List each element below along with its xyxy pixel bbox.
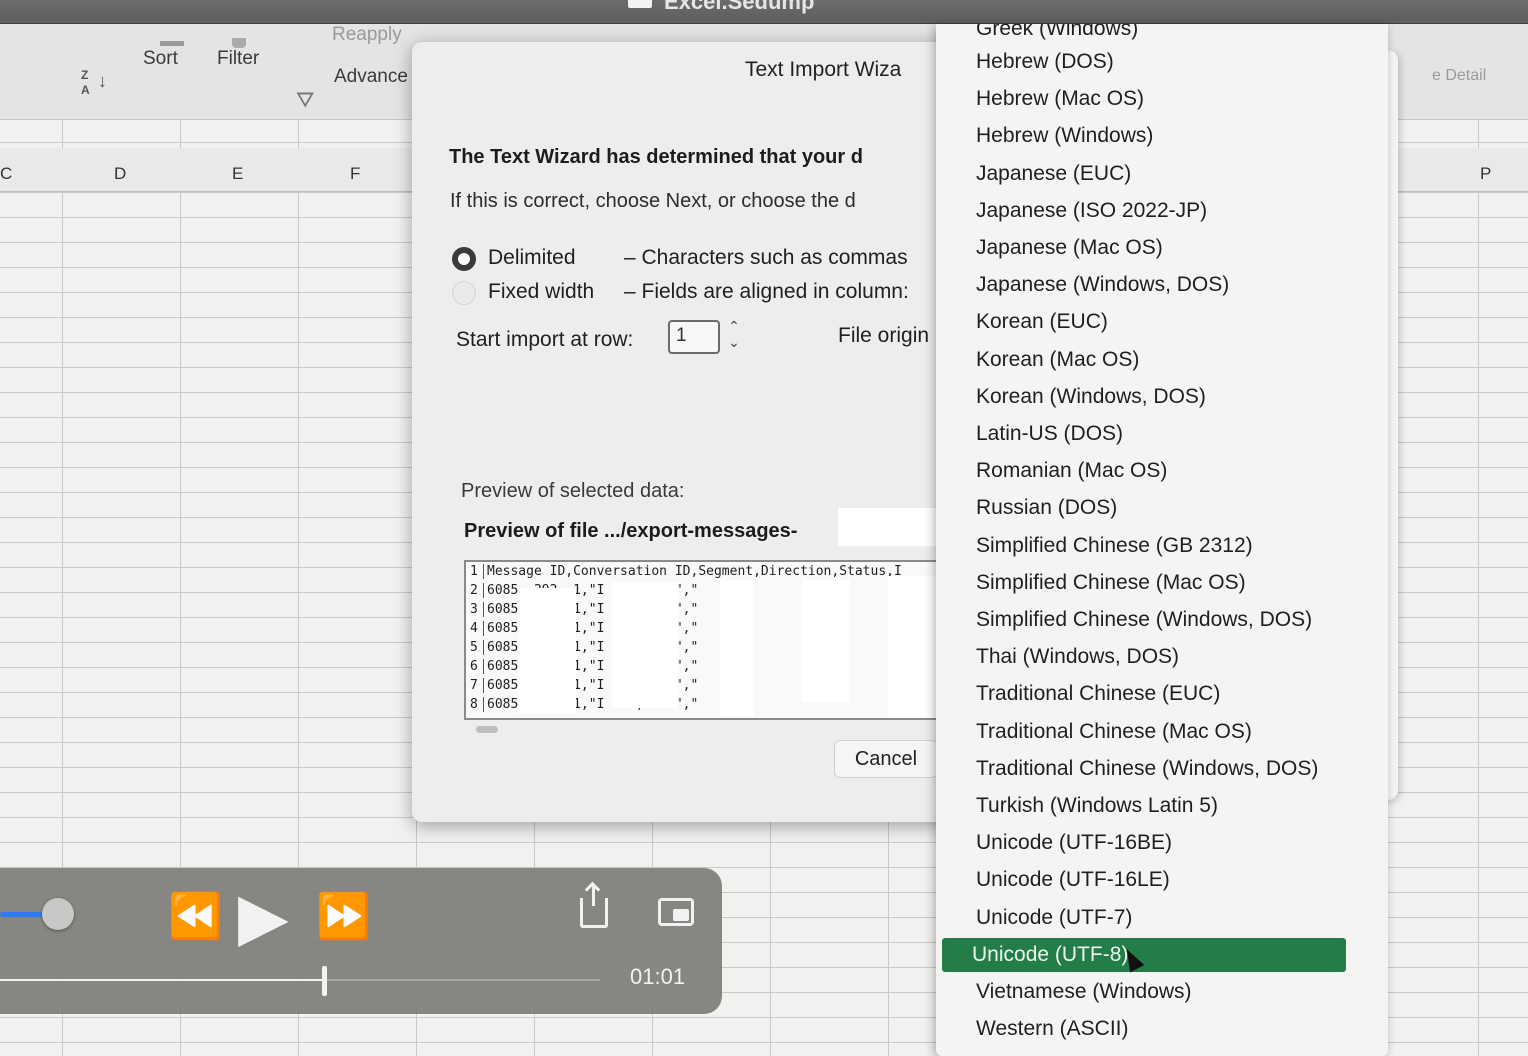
preview-row-number: 4 — [470, 621, 484, 636]
advanced-filter-button[interactable]: Advance — [334, 66, 408, 88]
dropdown-item[interactable]: Western (ASCII) — [936, 1012, 1388, 1046]
dropdown-item[interactable]: Japanese (EUC) — [936, 157, 1388, 191]
dropdown-item[interactable]: Russian (DOS) — [936, 491, 1388, 525]
share-icon[interactable] — [580, 884, 608, 928]
window-title: Excel.Sedump — [664, 0, 815, 14]
dialog-subtext: If this is correct, choose Next, or choo… — [450, 190, 856, 212]
dropdown-item[interactable]: Traditional Chinese (Mac OS) — [936, 715, 1388, 749]
radio-delimited-label[interactable]: Delimited — [488, 246, 576, 270]
dropdown-item[interactable]: Thai (Windows, DOS) — [936, 640, 1388, 674]
column-header-p[interactable]: P — [1480, 164, 1491, 184]
preview-row-number: 7 — [470, 678, 484, 693]
preview-row-text: Message ID,Conversation ID,Segment,Direc… — [487, 564, 902, 579]
sort-icon-letter-a: A — [81, 83, 90, 97]
radio-delimited[interactable] — [452, 247, 476, 271]
dropdown-item[interactable]: Simplified Chinese (GB 2312) — [936, 529, 1388, 563]
sort-za-icon[interactable]: Z A ↓ — [78, 68, 114, 100]
redacted-block — [838, 508, 944, 546]
dropdown-item[interactable]: Hebrew (Windows) — [936, 119, 1388, 153]
document-icon — [628, 0, 652, 8]
preview-file-name: Preview of file .../export-messages- — [464, 520, 798, 542]
playback-time: 01:01 — [630, 964, 686, 989]
window-titlebar: Excel.Sedump — [0, 0, 1528, 24]
dropdown-item[interactable]: Simplified Chinese (Mac OS) — [936, 566, 1388, 600]
preview-label: Preview of selected data: — [461, 480, 685, 502]
dropdown-item[interactable]: Korean (Windows, DOS) — [936, 380, 1388, 414]
preview-row-number: 1 — [470, 564, 484, 579]
preview-row-number: 6 — [470, 659, 484, 674]
dropdown-item[interactable]: Vietnamese (Windows) — [936, 975, 1388, 1009]
playback-scrubber[interactable] — [322, 966, 327, 996]
dropdown-item[interactable]: Japanese (Mac OS) — [936, 231, 1388, 265]
dropdown-item-partial[interactable]: Greek (Windows) — [936, 24, 1388, 46]
dropdown-item[interactable]: Korean (EUC) — [936, 305, 1388, 339]
volume-slider-knob[interactable] — [42, 898, 74, 930]
redacted-block — [720, 580, 754, 716]
reapply-button[interactable]: Reapply — [332, 24, 402, 46]
sort-icon-letter-z: Z — [81, 68, 89, 82]
dropdown-item[interactable]: Unicode (UTF-16BE) — [936, 826, 1388, 860]
redacted-block — [518, 588, 576, 714]
cancel-button[interactable]: Cancel — [834, 740, 938, 778]
radio-delimited-desc: – Characters such as commas — [624, 246, 908, 269]
filter-button[interactable]: Filter — [217, 48, 259, 70]
dropdown-item[interactable]: Romanian (Mac OS) — [936, 454, 1388, 488]
dropdown-item[interactable]: Japanese (ISO 2022-JP) — [936, 194, 1388, 228]
advanced-filter-icon[interactable]: ⛛ — [296, 86, 324, 114]
sort-button[interactable]: Sort — [143, 48, 178, 70]
autosum-icon[interactable] — [160, 38, 184, 46]
redacted-block — [612, 582, 678, 708]
radio-fixed-width[interactable] — [452, 281, 476, 305]
dropdown-item[interactable]: Japanese (Windows, DOS) — [936, 268, 1388, 302]
radio-fixed-width-label[interactable]: Fixed width — [488, 280, 594, 304]
redacted-block — [802, 580, 850, 702]
dropdown-item[interactable]: Latin-US (DOS) — [936, 417, 1388, 451]
play-icon[interactable]: ▶ — [238, 878, 289, 955]
dropdown-item[interactable]: Traditional Chinese (Windows, DOS) — [936, 752, 1388, 786]
dropdown-item[interactable]: Unicode (UTF-8) — [942, 938, 1346, 972]
column-header-d[interactable]: D — [114, 164, 126, 184]
sort-arrow-icon: ↓ — [98, 71, 107, 91]
filter-icon[interactable] — [232, 38, 246, 48]
show-detail-button[interactable]: e Detail — [1432, 67, 1486, 85]
dropdown-item[interactable]: Traditional Chinese (EUC) — [936, 677, 1388, 711]
picture-in-picture-icon[interactable] — [658, 898, 694, 926]
video-player-controls: ⏪ ▶ ⏩ 01:01 — [0, 868, 722, 1014]
dropdown-item[interactable]: Unicode (UTF-16LE) — [936, 863, 1388, 897]
stepper-down-icon[interactable]: ⌄ — [726, 334, 742, 350]
preview-row-number: 5 — [470, 640, 484, 655]
file-origin-label: File origin — [838, 324, 930, 347]
dropdown-item[interactable]: Hebrew (Mac OS) — [936, 82, 1388, 116]
radio-fixed-width-desc: – Fields are aligned in column: — [624, 280, 909, 303]
stepper-up-icon[interactable]: ⌃ — [726, 318, 742, 334]
preview-row-number: 3 — [470, 602, 484, 617]
start-row-stepper[interactable]: ⌃ ⌄ — [726, 318, 742, 354]
start-row-label: Start import at row: — [456, 328, 634, 351]
fast-forward-icon[interactable]: ⏩ — [316, 890, 371, 942]
dialog-heading: The Text Wizard has determined that your… — [449, 146, 863, 168]
text-import-wizard-dialog: Text Import Wiza The Text Wizard has det… — [412, 42, 972, 822]
preview-row: 1 Message ID,Conversation ID,Segment,Dire… — [470, 564, 902, 579]
preview-row-number: 2 — [470, 583, 484, 598]
dropdown-item[interactable]: Hebrew (DOS) — [936, 45, 1388, 79]
start-row-input[interactable]: 1 — [668, 320, 720, 354]
dropdown-item[interactable]: Turkish (Windows Latin 5) — [936, 789, 1388, 823]
preview-row-number: 8 — [470, 697, 484, 712]
dialog-title: Text Import Wiza — [745, 58, 902, 81]
file-origin-dropdown-list[interactable]: Greek (Windows) Hebrew (DOS) Hebrew (Mac … — [936, 24, 1388, 1056]
dropdown-item[interactable]: Unicode (UTF-7) — [936, 901, 1388, 935]
column-header-c[interactable]: C — [0, 164, 12, 184]
playback-progress-fill — [0, 979, 324, 981]
dropdown-item[interactable]: Korean (Mac OS) — [936, 343, 1388, 377]
dropdown-item[interactable]: Simplified Chinese (Windows, DOS) — [936, 603, 1388, 637]
column-header-f[interactable]: F — [350, 164, 360, 184]
rewind-icon[interactable]: ⏪ — [168, 890, 223, 942]
column-header-e[interactable]: E — [232, 164, 243, 184]
preview-scrollbar[interactable] — [476, 726, 498, 733]
data-preview-box[interactable]: 1 Message ID,Conversation ID,Segment,Dire… — [464, 560, 944, 720]
